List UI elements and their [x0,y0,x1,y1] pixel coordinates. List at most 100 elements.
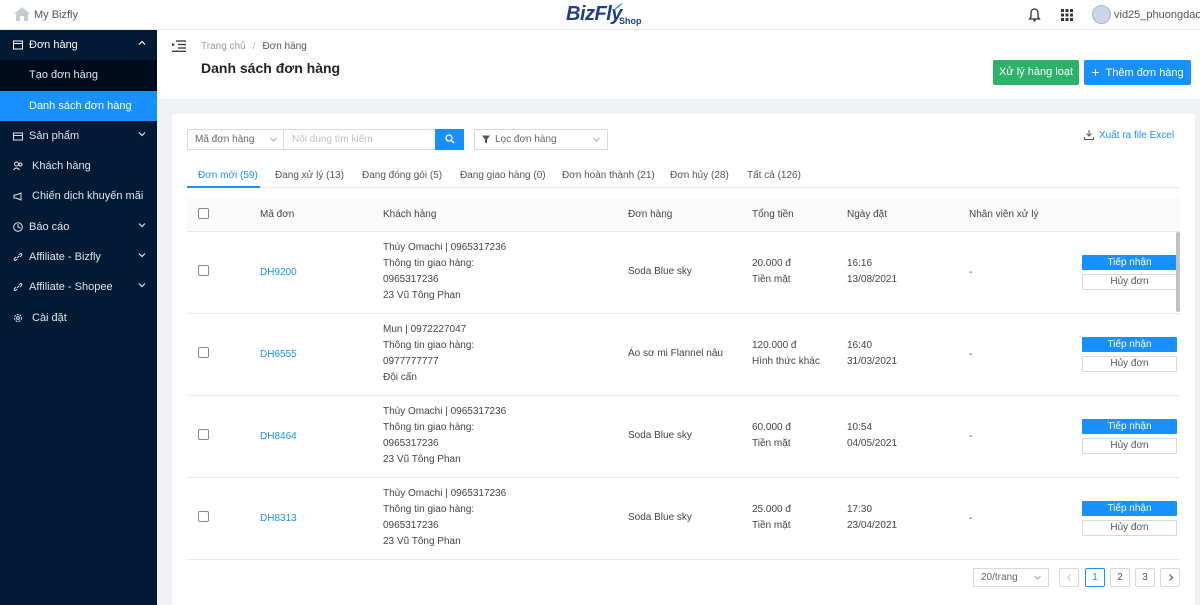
product-name: Soda Blue sky [628,266,692,277]
order-date-info: 17:30 23/04/2021 [847,502,897,534]
order-code-link[interactable]: DH8464 [260,429,297,445]
sidebar-item-products[interactable]: Sản phẩm [0,121,157,151]
bulk-process-button[interactable]: Xử lý hàng loạt [993,60,1079,85]
chevron-down-icon [138,222,146,228]
tab-packing[interactable]: Đang đóng gói (5) [362,170,442,181]
sidebar-item-create-order[interactable]: Tạo đơn hàng [0,60,157,91]
sidebar-item-reports[interactable]: Báo cáo [0,212,157,242]
shipping-label: Thông tin giao hàng: [383,258,475,269]
brand-logo[interactable]: BizFly Shop [566,3,642,29]
chevron-down-icon [1034,575,1041,580]
table-scrollbar[interactable] [1176,232,1180,312]
chevron-down-icon [138,283,146,288]
order-filter-select[interactable]: Lọc đơn hàng [474,129,608,150]
tab-processing[interactable]: Đang xử lý (13) [275,170,344,181]
brand-sub: Shop [619,16,642,26]
order-code-link[interactable]: DH9200 [260,265,297,281]
order-time: 16:16 [847,258,873,269]
customer-name-phone: Mun | 0972227047 [383,324,467,335]
payment-method: Tiền mặt [752,438,791,449]
sidebar-item-label: Affiliate - Bizfly [29,251,101,264]
product-name: Soda Blue sky [628,512,692,523]
page-button-2[interactable]: 2 [1110,568,1130,587]
page-size-select[interactable]: 20/trang [973,568,1049,587]
accept-order-button[interactable]: Tiếp nhận [1082,501,1177,516]
cancel-order-button[interactable]: Hủy đơn [1082,274,1177,290]
tab-all[interactable]: Tất cả (126) [747,170,801,181]
row-checkbox[interactable] [198,347,209,358]
customer-name-phone: Thùy Omachi | 0965317236 [383,406,507,417]
order-code-link[interactable]: DH6555 [260,347,297,363]
sidebar-item-label: Khách hàng [32,160,91,173]
page-button-1[interactable]: 1 [1085,568,1105,587]
tab-new-orders[interactable]: Đơn mới (59) [198,170,258,181]
tab-completed[interactable]: Đơn hoàn thành (21) [562,170,655,181]
search-icon [445,134,455,144]
total-amount: 60.000 đ [752,422,791,433]
cancel-order-button[interactable]: Hủy đơn [1082,438,1177,454]
menu-fold-icon[interactable] [172,40,186,52]
sidebar-item-affiliate-shopee[interactable]: Affiliate - Shopee [0,272,157,302]
column-header-staff: Nhân viên xử lý [969,209,1039,220]
top-bar: My Bizfly BizFly Shop vid25_phuongdaohuy [0,0,1200,30]
order-filter-label: Lọc đơn hàng [495,134,557,145]
sidebar-item-label: Cài đặt [32,311,67,324]
sidebar-item-orders[interactable]: Đơn hàng [0,30,157,60]
cancel-order-button[interactable]: Hủy đơn [1082,520,1177,536]
table-header: Mã đơn Khách hàng Đơn hàng Tổng tiền Ngà… [187,198,1180,232]
row-checkbox[interactable] [198,265,209,276]
gear-icon [14,313,22,322]
search-input[interactable] [283,129,436,150]
breadcrumb-current: Đơn hàng [262,41,307,52]
next-page-button[interactable] [1160,568,1180,587]
customer-name-phone: Thùy Omachi | 0965317236 [383,488,507,499]
avatar[interactable] [1092,5,1111,24]
staff-name: - [969,513,973,524]
order-code-link[interactable]: DH8313 [260,511,297,527]
select-all-checkbox[interactable] [198,208,209,219]
page-button-3[interactable]: 3 [1135,568,1155,587]
apps-grid-icon[interactable] [1061,9,1073,21]
table-row: DH8313 Thùy Omachi | 0965317236 Thông ti… [187,478,1180,560]
row-checkbox[interactable] [198,429,209,440]
sidebar: Đơn hàng Tạo đơn hàng Danh sách đơn hàng… [0,30,157,605]
shipping-phone: 0965317236 [383,520,439,531]
staff-name: - [969,349,973,360]
sidebar-item-affiliate-bizfly[interactable]: Affiliate - Bizfly [0,242,157,272]
sidebar-item-label: Báo cáo [29,220,70,233]
row-checkbox[interactable] [198,511,209,522]
search-button[interactable] [435,129,464,150]
export-excel-link[interactable]: Xuất ra file Excel [1084,130,1174,141]
cancel-order-button[interactable]: Hủy đơn [1082,356,1177,372]
search-field-value: Mã đơn hàng [195,134,255,145]
filter-icon [482,135,490,144]
username[interactable]: vid25_phuongdaohuy [1114,9,1200,21]
tab-shipping[interactable]: Đang giao hàng (0) [460,170,546,181]
add-order-button[interactable]: + Thêm đơn hàng [1084,60,1191,85]
accept-order-button[interactable]: Tiếp nhận [1082,419,1177,434]
tab-cancelled[interactable]: Đơn hủy (28) [670,170,729,181]
home-icon[interactable] [13,6,31,22]
product-name: Soda Blue sky [628,430,692,441]
search-field-select[interactable]: Mã đơn hàng [187,129,284,150]
prev-page-button[interactable] [1059,568,1079,587]
app-name[interactable]: My Bizfly [34,9,78,21]
column-header-product: Đơn hàng [628,209,673,220]
order-date-info: 16:16 13/08/2021 [847,256,897,288]
accept-order-button[interactable]: Tiếp nhận [1082,255,1177,270]
product-name: Áo sơ mi Flannel nâu [628,348,723,359]
order-date-info: 16:40 31/03/2021 [847,338,897,370]
breadcrumb-home[interactable]: Trang chủ [201,41,246,52]
sidebar-item-order-list[interactable]: Danh sách đơn hàng [0,90,157,121]
shipping-phone: 0977777777 [383,356,439,367]
box-icon [13,132,23,141]
sidebar-item-campaigns[interactable]: Chiến dịch khuyến mãi [0,181,157,211]
sidebar-item-customers[interactable]: Khách hàng [0,151,157,181]
report-icon [13,221,23,232]
bell-icon[interactable] [1028,8,1041,22]
accept-order-button[interactable]: Tiếp nhận [1082,337,1177,352]
sidebar-item-label: Affiliate - Shopee [29,281,113,294]
chevron-left-icon [1066,574,1071,581]
sidebar-item-settings[interactable]: Cài đặt [0,303,157,333]
column-header-total: Tổng tiền [752,209,794,220]
